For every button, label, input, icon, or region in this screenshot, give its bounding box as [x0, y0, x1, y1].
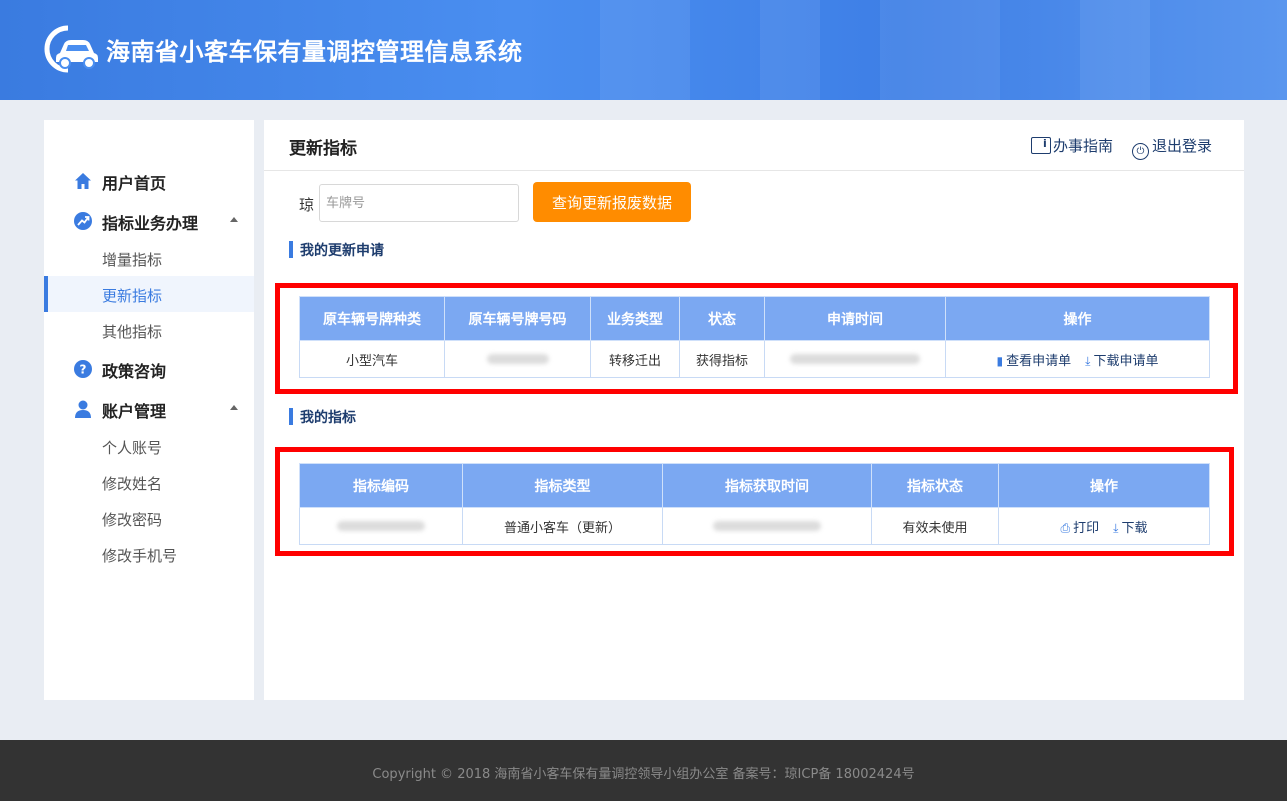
column-header: 指标类型 [462, 463, 663, 508]
sidebar-item-label: 修改姓名 [102, 475, 163, 493]
sidebar-item-label: 个人账号 [102, 439, 163, 457]
download-icon: ⤓ [1113, 520, 1119, 535]
panel-header: 更新指标 办事指南 ⏻退出登录 [264, 120, 1244, 171]
applications-table: 原车辆号牌种类 原车辆号牌号码 业务类型 状态 申请时间 操作 小型汽车 转移迁… [299, 296, 1210, 378]
sidebar-item-label: 用户首页 [102, 174, 167, 193]
sidebar-item-incremental-quota[interactable]: 增量指标 [44, 240, 254, 276]
home-icon [75, 173, 91, 189]
page-title: 更新指标 [289, 139, 357, 159]
column-header: 操作 [945, 296, 1210, 341]
sidebar-item-label: 修改密码 [102, 511, 163, 529]
table-header-row: 指标编码 指标类型 指标获取时间 指标状态 操作 [299, 463, 1210, 508]
sidebar-group-label: 指标业务办理 [102, 214, 199, 233]
quotas-table: 指标编码 指标类型 指标获取时间 指标状态 操作 普通小客车（更新） 有效未使用… [299, 463, 1210, 545]
column-header: 指标状态 [871, 463, 999, 508]
plate-type-cell: 小型汽车 [299, 340, 445, 378]
sidebar-item-policy[interactable]: ? 政策咨询 [44, 352, 254, 384]
table-header-row: 原车辆号牌种类 原车辆号牌号码 业务类型 状态 申请时间 操作 [299, 296, 1210, 341]
quota-type-cell: 普通小客车（更新） [462, 507, 663, 545]
actions-cell: ▮ 查看申请单 ⤓ 下载申请单 [945, 340, 1210, 378]
section-title-quotas: 我的指标 [289, 407, 356, 427]
user-icon [75, 400, 91, 418]
sidebar-item-other-quota[interactable]: 其他指标 [44, 312, 254, 348]
section-title-applications: 我的更新申请 [289, 240, 384, 260]
action-label: 查看申请单 [1006, 353, 1072, 369]
app-header: 海南省小客车保有量调控管理信息系统 [0, 0, 1287, 100]
view-application-link[interactable]: ▮ 查看申请单 [997, 354, 1072, 369]
plate-prefix: 琼 [299, 196, 315, 214]
logout-label: 退出登录 [1152, 137, 1213, 155]
action-label: 打印 [1073, 520, 1100, 536]
car-logo-icon [44, 25, 98, 73]
download-link[interactable]: ⤓ 下载 [1113, 521, 1147, 536]
sidebar-group-quota-business[interactable]: 指标业务办理 [44, 204, 254, 236]
svg-text:?: ? [80, 363, 87, 377]
sidebar: 用户首页 指标业务办理 增量指标 更新指标 其他指标 ? 政策咨询 账户管理 个… [44, 120, 254, 700]
footer: Copyright © 2018 海南省小客车保有量调控领导小组办公室 备案号：… [0, 740, 1287, 801]
sidebar-item-label: 增量指标 [102, 251, 163, 269]
collapse-caret-icon[interactable] [230, 217, 238, 222]
column-header: 操作 [998, 463, 1210, 508]
sidebar-item-home[interactable]: 用户首页 [44, 164, 254, 196]
column-header: 状态 [679, 296, 765, 341]
apply-time-cell-redacted [764, 340, 946, 378]
sidebar-item-label: 修改手机号 [102, 547, 178, 565]
column-header: 原车辆号牌号码 [444, 296, 591, 341]
download-application-link[interactable]: ⤓ 下载申请单 [1085, 354, 1158, 369]
column-header: 指标获取时间 [662, 463, 872, 508]
print-link[interactable]: ⎙ 打印 [1061, 521, 1100, 536]
collapse-caret-icon[interactable] [230, 405, 238, 410]
query-scrap-data-button[interactable]: 查询更新报废数据 [533, 182, 691, 222]
main-panel: 更新指标 办事指南 ⏻退出登录 琼 查询更新报废数据 我的更新申请 原车辆号牌种… [264, 120, 1244, 700]
printer-icon: ⎙ [1060, 520, 1071, 535]
document-icon: ▮ [996, 353, 1004, 368]
obtain-time-cell-redacted [662, 507, 872, 545]
download-icon: ⤓ [1085, 353, 1091, 368]
plate-number-cell-redacted [444, 340, 591, 378]
column-header: 业务类型 [590, 296, 680, 341]
sidebar-item-label: 其他指标 [102, 323, 163, 341]
sidebar-item-change-name[interactable]: 修改姓名 [44, 464, 254, 500]
actions-cell: ⎙ 打印 ⤓ 下载 [998, 507, 1210, 545]
quota-code-cell-redacted [299, 507, 463, 545]
guide-label: 办事指南 [1053, 137, 1114, 155]
plate-number-input[interactable] [319, 184, 519, 222]
sidebar-item-label: 政策咨询 [102, 362, 167, 381]
table-row: 小型汽车 转移迁出 获得指标 ▮ 查看申请单 ⤓ 下载申请单 [299, 340, 1210, 378]
status-cell: 获得指标 [679, 340, 765, 378]
column-header: 指标编码 [299, 463, 463, 508]
footer-text: Copyright © 2018 海南省小客车保有量调控领导小组办公室 备案号：… [372, 767, 915, 782]
sidebar-item-update-quota[interactable]: 更新指标 [44, 276, 254, 312]
sidebar-item-change-password[interactable]: 修改密码 [44, 500, 254, 536]
sidebar-group-account[interactable]: 账户管理 [44, 392, 254, 424]
business-type-cell: 转移迁出 [590, 340, 680, 378]
power-icon: ⏻ [1132, 143, 1149, 160]
sidebar-item-personal-account[interactable]: 个人账号 [44, 428, 254, 464]
help-icon: ? [74, 360, 92, 378]
action-label: 下载 [1121, 520, 1148, 536]
table-row: 普通小客车（更新） 有效未使用 ⎙ 打印 ⤓ 下载 [299, 507, 1210, 545]
sidebar-item-label: 更新指标 [102, 287, 163, 305]
column-header: 原车辆号牌种类 [299, 296, 445, 341]
action-label: 下载申请单 [1093, 353, 1159, 369]
guide-link[interactable]: 办事指南 [1031, 135, 1113, 156]
sidebar-item-change-phone[interactable]: 修改手机号 [44, 536, 254, 572]
chart-up-icon [74, 212, 92, 230]
column-header: 申请时间 [764, 296, 946, 341]
sidebar-group-label: 账户管理 [102, 402, 167, 421]
book-icon [1031, 137, 1051, 154]
quota-status-cell: 有效未使用 [871, 507, 999, 545]
site-title: 海南省小客车保有量调控管理信息系统 [106, 38, 523, 66]
logout-link[interactable]: ⏻ 退出登录 [1132, 135, 1212, 160]
